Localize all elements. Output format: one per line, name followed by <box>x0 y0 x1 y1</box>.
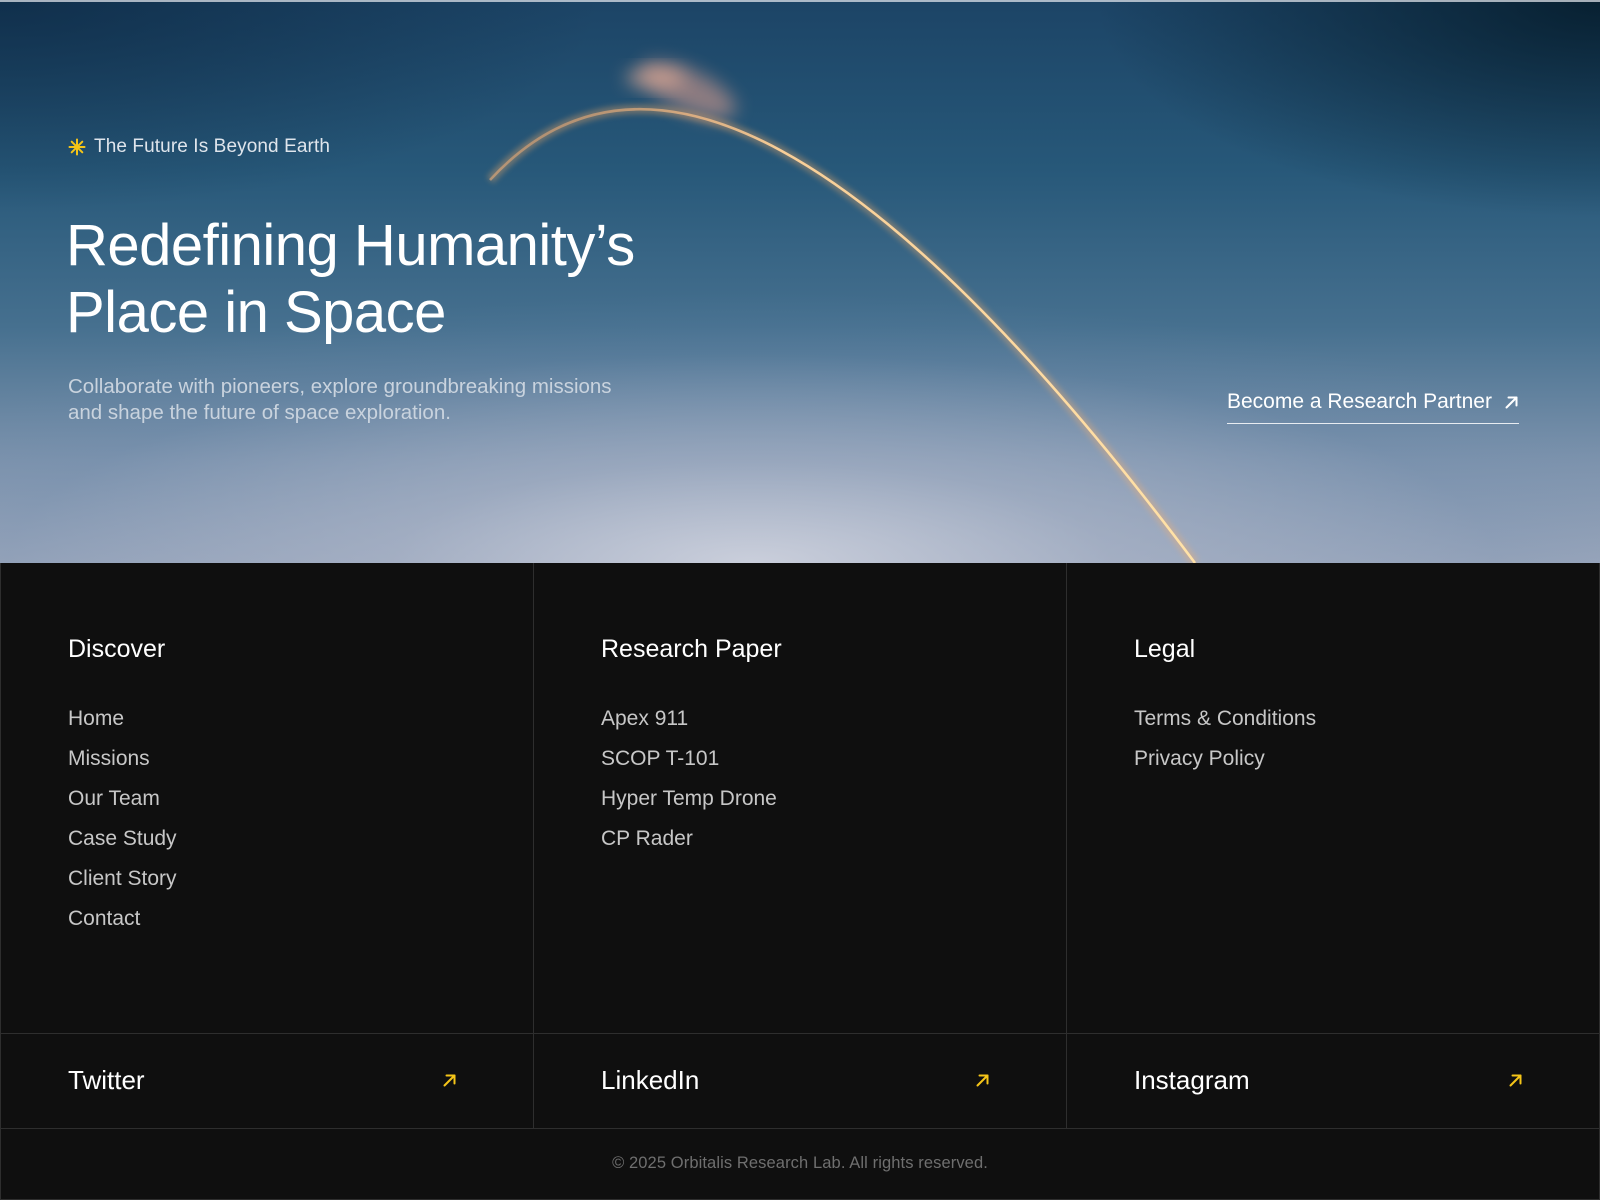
footer-link-client-story[interactable]: Client Story <box>68 867 177 907</box>
link-list: Apex 911 SCOP T-101 Hyper Temp Drone CP … <box>601 707 777 867</box>
footer-link-scop-t-101[interactable]: SCOP T-101 <box>601 747 777 787</box>
sparkle-icon <box>68 138 86 156</box>
footer-link-cp-rader[interactable]: CP Rader <box>601 827 777 867</box>
arrow-up-right-icon <box>976 1074 989 1087</box>
footer-link-privacy[interactable]: Privacy Policy <box>1134 747 1316 787</box>
footer-link-our-team[interactable]: Our Team <box>68 787 177 827</box>
social-label: Twitter <box>68 1065 145 1095</box>
copyright-text: © 2025 Orbitalis Research Lab. All right… <box>612 1153 988 1172</box>
arrow-up-right-icon <box>443 1074 456 1087</box>
hero-subtitle: Collaborate with pioneers, explore groun… <box>68 374 718 426</box>
partner-link-label: Become a Research Partner <box>1227 390 1492 413</box>
footer-link-case-study[interactable]: Case Study <box>68 827 177 867</box>
column-heading: Discover <box>68 635 166 663</box>
site-footer: Discover Home Missions Our Team Case Stu… <box>0 563 1600 1200</box>
hero-subtitle-line-1: Collaborate with pioneers, explore groun… <box>68 375 612 398</box>
hero-tagline-text: The Future Is Beyond Earth <box>94 136 330 157</box>
footer-link-hyper-temp-drone[interactable]: Hyper Temp Drone <box>601 787 777 827</box>
hero-tagline: The Future Is Beyond Earth <box>68 136 330 158</box>
hero-title-line-1: Redefining Humanity’s <box>66 213 635 278</box>
footer-link-missions[interactable]: Missions <box>68 747 177 787</box>
arrow-up-right-icon <box>1505 396 1518 408</box>
social-label: Instagram <box>1134 1065 1250 1095</box>
link-list: Terms & Conditions Privacy Policy <box>1134 707 1316 787</box>
footer-link-home[interactable]: Home <box>68 707 177 747</box>
footer-link-terms[interactable]: Terms & Conditions <box>1134 707 1316 747</box>
column-heading: Legal <box>1134 635 1196 663</box>
arrow-up-right-icon <box>1509 1074 1522 1087</box>
hero-title: Redefining Humanity’s Place in Space <box>66 212 786 346</box>
social-link-twitter[interactable]: Twitter <box>0 1033 533 1128</box>
hero-subtitle-line-2: and shape the future of space exploratio… <box>68 401 451 424</box>
social-label: LinkedIn <box>601 1065 700 1095</box>
column-heading: Research Paper <box>601 635 782 663</box>
footer-link-apex-911[interactable]: Apex 911 <box>601 707 777 747</box>
social-link-instagram[interactable]: Instagram <box>1066 1033 1599 1128</box>
link-list: Home Missions Our Team Case Study Client… <box>68 707 177 947</box>
become-research-partner-link[interactable]: Become a Research Partner <box>1227 390 1519 424</box>
social-link-linkedin[interactable]: LinkedIn <box>533 1033 1066 1128</box>
footer-link-contact[interactable]: Contact <box>68 907 177 947</box>
hero-section: The Future Is Beyond Earth Redefining Hu… <box>0 0 1600 563</box>
hero-title-line-2: Place in Space <box>66 280 446 345</box>
page: The Future Is Beyond Earth Redefining Hu… <box>0 0 1600 1200</box>
